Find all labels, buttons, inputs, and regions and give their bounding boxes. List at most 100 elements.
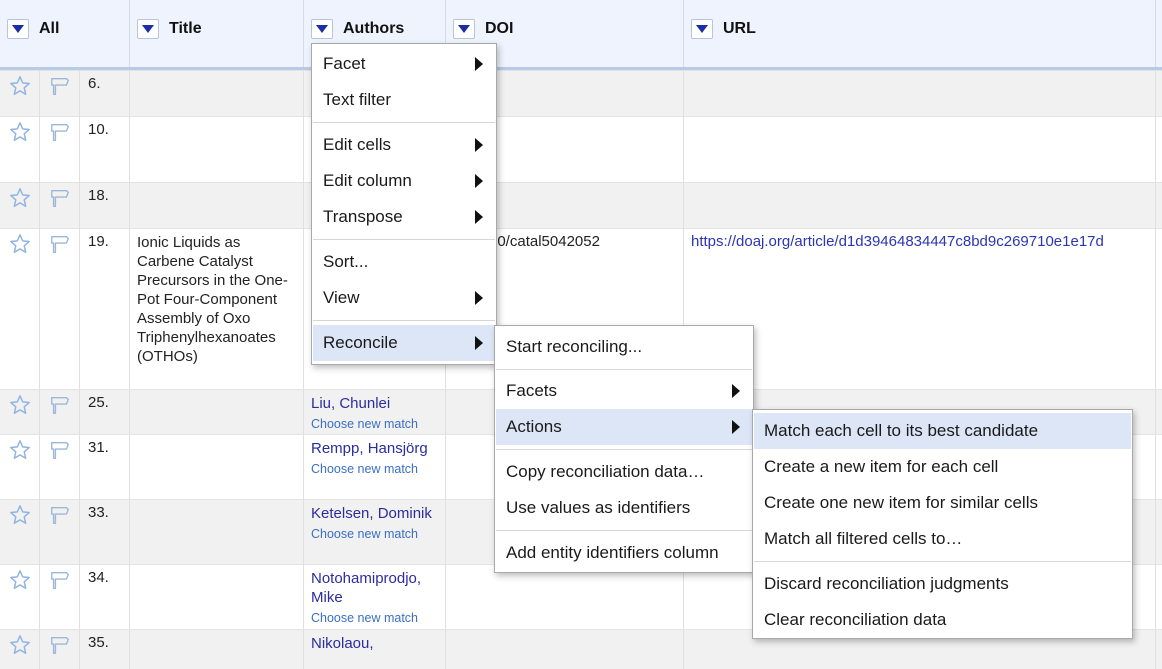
menu-separator — [754, 561, 1131, 562]
choose-new-match-link[interactable]: Choose new match — [311, 609, 441, 627]
author-value[interactable]: Liu, Chunlei Choose new match — [311, 394, 441, 433]
star-icon[interactable] — [9, 439, 31, 461]
choose-new-match-link[interactable]: Choose new match — [311, 415, 441, 433]
column-dropdown-all[interactable] — [7, 19, 29, 39]
flag-icon[interactable] — [49, 75, 71, 97]
menu-item-create-one-new-item-similar[interactable]: Create one new item for similar cells — [754, 485, 1131, 521]
row-number: 35. — [88, 634, 109, 651]
menu-separator — [313, 122, 495, 123]
row-number: 6. — [88, 75, 101, 92]
menu-item-reconcile[interactable]: Reconcile — [313, 325, 495, 361]
column-dropdown-url[interactable] — [691, 19, 713, 39]
star-icon[interactable] — [9, 75, 31, 97]
doi-cell — [446, 565, 684, 629]
author-name[interactable]: Ketelsen, Dominik — [311, 505, 432, 522]
column-dropdown-authors[interactable] — [311, 19, 333, 39]
author-name[interactable]: Rempp, Hansjörg — [311, 440, 428, 457]
row-number: 25. — [88, 394, 109, 411]
flag-icon[interactable] — [49, 634, 71, 656]
star-icon[interactable] — [9, 187, 31, 209]
menu-item-add-entity-identifiers-column[interactable]: Add entity identifiers column — [496, 535, 752, 571]
reconcile-submenu: Start reconciling... Facets Actions Copy… — [494, 325, 754, 573]
menu-item-transpose[interactable]: Transpose — [313, 199, 495, 235]
title-cell — [130, 117, 304, 182]
chevron-right-icon — [732, 420, 740, 434]
column-header-url: URL — [684, 0, 1156, 67]
menu-separator — [313, 239, 495, 240]
menu-item-match-best-candidate[interactable]: Match each cell to its best candidate — [754, 413, 1131, 449]
url-cell — [684, 183, 1156, 228]
author-value[interactable]: Ketelsen, Dominik Choose new match — [311, 504, 441, 543]
star-icon[interactable] — [9, 569, 31, 591]
triangle-down-icon — [12, 25, 24, 33]
menu-item-text-filter[interactable]: Text filter — [313, 82, 495, 118]
menu-item-copy-reconciliation-data[interactable]: Copy reconciliation data… — [496, 454, 752, 490]
column-header-label: Title — [169, 20, 202, 37]
triangle-down-icon — [696, 25, 708, 33]
flag-icon[interactable] — [49, 121, 71, 143]
author-value[interactable]: Rempp, Hansjörg Choose new match — [311, 439, 441, 478]
menu-item-match-all-filtered[interactable]: Match all filtered cells to… — [754, 521, 1131, 557]
choose-new-match-link[interactable]: Choose new match — [311, 525, 441, 543]
chevron-right-icon — [475, 291, 483, 305]
chevron-right-icon — [475, 336, 483, 350]
menu-item-use-values-as-identifiers[interactable]: Use values as identifiers — [496, 490, 752, 526]
flag-icon[interactable] — [49, 504, 71, 526]
flag-icon[interactable] — [49, 394, 71, 416]
author-value[interactable]: Nikolaou, — [311, 634, 441, 653]
triangle-down-icon — [316, 25, 328, 33]
star-icon[interactable] — [9, 504, 31, 526]
row-number: 10. — [88, 121, 109, 138]
star-icon[interactable] — [9, 233, 31, 255]
menu-item-facet[interactable]: Facet — [313, 46, 495, 82]
star-icon[interactable] — [9, 394, 31, 416]
menu-item-discard-judgments[interactable]: Discard reconciliation judgments — [754, 566, 1131, 602]
title-cell — [130, 630, 304, 669]
menu-item-edit-column[interactable]: Edit column — [313, 163, 495, 199]
rownum-cell — [80, 229, 130, 389]
menu-item-start-reconciling[interactable]: Start reconciling... — [496, 329, 752, 365]
star-icon[interactable] — [9, 634, 31, 656]
title-value: Ionic Liquids as Carbene Catalyst Precur… — [137, 234, 288, 365]
menu-item-facets[interactable]: Facets — [496, 373, 752, 409]
author-value[interactable]: Notohamiprodjo, Mike Choose new match — [311, 569, 441, 627]
menu-separator — [496, 449, 752, 450]
choose-new-match-link[interactable]: Choose new match — [311, 460, 441, 478]
url-cell — [684, 229, 1156, 389]
chevron-right-icon — [475, 174, 483, 188]
triangle-down-icon — [142, 25, 154, 33]
column-header-label: DOI — [485, 20, 514, 37]
menu-item-edit-cells[interactable]: Edit cells — [313, 127, 495, 163]
author-name[interactable]: Notohamiprodjo, Mike — [311, 570, 421, 606]
menu-separator — [496, 530, 752, 531]
column-header-label: URL — [723, 20, 756, 37]
menu-item-clear-reconciliation-data[interactable]: Clear reconciliation data — [754, 602, 1131, 638]
menu-item-sort[interactable]: Sort... — [313, 244, 495, 280]
column-header-all: All — [0, 0, 130, 67]
row-number: 31. — [88, 439, 109, 456]
flag-icon[interactable] — [49, 439, 71, 461]
menu-item-actions[interactable]: Actions — [496, 409, 752, 445]
author-name[interactable]: Nikolaou, — [311, 635, 374, 652]
menu-item-view[interactable]: View — [313, 280, 495, 316]
menu-item-create-new-item-each-cell[interactable]: Create a new item for each cell — [754, 449, 1131, 485]
column-dropdown-doi[interactable] — [453, 19, 475, 39]
table-row: 10. — [0, 116, 1162, 182]
table-row: 6. — [0, 70, 1162, 116]
title-cell — [130, 390, 304, 434]
column-header-row: All Title Authors DOI URL — [0, 0, 1162, 70]
column-header-label: Authors — [343, 20, 405, 37]
star-icon[interactable] — [9, 121, 31, 143]
column-header-label: All — [39, 20, 60, 37]
author-name[interactable]: Liu, Chunlei — [311, 395, 390, 412]
row-number: 18. — [88, 187, 109, 204]
table-row: 18. — [0, 182, 1162, 228]
url-link[interactable]: https://doaj.org/article/d1d39464834447c… — [691, 233, 1104, 250]
flag-icon[interactable] — [49, 187, 71, 209]
title-cell — [130, 183, 304, 228]
flag-icon[interactable] — [49, 569, 71, 591]
title-cell — [130, 435, 304, 499]
column-dropdown-title[interactable] — [137, 19, 159, 39]
url-cell — [684, 117, 1156, 182]
flag-icon[interactable] — [49, 233, 71, 255]
